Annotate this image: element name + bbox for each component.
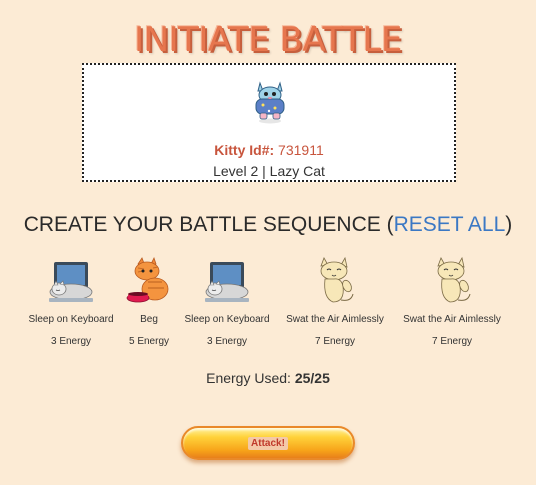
attack-button[interactable]: Attack!	[181, 426, 355, 460]
move-name: Sleep on Keyboard	[184, 314, 270, 325]
orange-cat-with-bowl-icon	[126, 256, 169, 303]
energy-used-value: 25/25	[294, 370, 330, 386]
kitty-id-label: Kitty Id#:	[214, 142, 275, 158]
sequence-heading-text: CREATE YOUR BATTLE SEQUENCE (	[23, 213, 394, 236]
cat-on-laptop-icon	[205, 262, 249, 302]
sequence-heading-close: )	[505, 213, 513, 236]
reset-all-link[interactable]: RESET ALL	[394, 213, 506, 236]
move-name: Swat the Air Aimlessly	[286, 314, 384, 325]
attack-button-label: Attack!	[248, 436, 288, 450]
move-energy: 7 Energy	[314, 336, 356, 347]
battle-page: INITIATE BATTLE Kitty Id#: 731911 Level …	[0, 0, 536, 485]
cat-on-laptop-icon	[49, 262, 93, 302]
energy-used-label: Energy Used:	[206, 370, 291, 386]
cat-swatting-icon	[320, 256, 354, 303]
kitty-avatar-icon	[255, 81, 285, 124]
page-title: INITIATE BATTLE	[134, 20, 402, 60]
kitty-card: Kitty Id#: 731911 Level 2 | Lazy Cat	[82, 63, 456, 182]
move-energy: 3 Energy	[206, 336, 248, 347]
move-slot-3[interactable]: Sleep on Keyboard 3 Energy	[169, 254, 285, 347]
kitty-level: Level 2 | Lazy Cat	[213, 163, 325, 179]
move-slot-4[interactable]: Swat the Air Aimlessly 7 Energy	[277, 254, 393, 347]
kitty-id: Kitty Id#: 731911	[84, 142, 454, 158]
move-energy: 7 Energy	[431, 336, 473, 347]
move-slot-5[interactable]: Swat the Air Aimlessly 7 Energy	[394, 254, 510, 347]
move-name: Swat the Air Aimlessly	[403, 314, 501, 325]
cat-swatting-icon	[437, 256, 471, 303]
energy-used: Energy Used: 25/25	[0, 370, 536, 386]
kitty-id-value: 731911	[278, 142, 324, 158]
sequence-heading: CREATE YOUR BATTLE SEQUENCE (RESET ALL)	[0, 213, 536, 237]
